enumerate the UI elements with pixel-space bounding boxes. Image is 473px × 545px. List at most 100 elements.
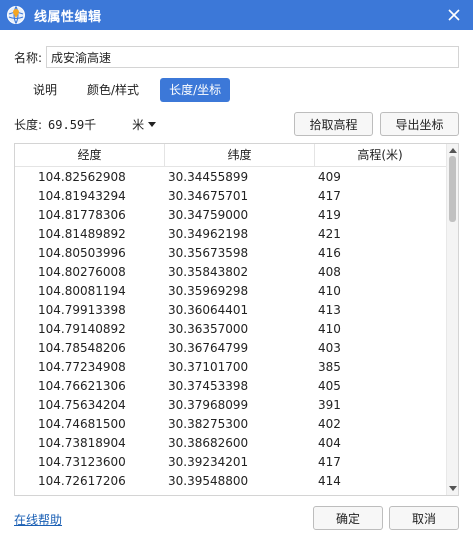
ok-button[interactable]: 确定 (313, 506, 383, 530)
tab-bar: 说明 颜色/样式 长度/坐标 (24, 78, 242, 102)
longitude-cell: 104.73818904 (38, 436, 126, 450)
window-title: 线属性编辑 (34, 9, 102, 25)
latitude-cell: 30.35843802 (168, 265, 249, 279)
table-row[interactable]: 104.75634204 30.37968099 391 (15, 396, 445, 415)
elevation-cell: 410 (318, 284, 341, 298)
elevation-cell: 419 (318, 208, 341, 222)
latitude-cell: 30.36064401 (168, 303, 249, 317)
latitude-cell: 30.39548800 (168, 474, 249, 488)
elevation-cell: 408 (318, 265, 341, 279)
table-row[interactable]: 104.77234908 30.37101700 385 (15, 358, 445, 377)
tab-length-coordinates[interactable]: 长度/坐标 (160, 78, 231, 102)
longitude-cell: 104.72617206 (38, 474, 126, 488)
latitude-cell: 30.34962198 (168, 227, 249, 241)
table-row[interactable]: 104.78548206 30.36764799 403 (15, 339, 445, 358)
length-label: 长度: (14, 117, 43, 132)
elevation-cell: 414 (318, 474, 341, 488)
longitude-cell: 104.78548206 (38, 341, 126, 355)
unit-select[interactable]: 米 (132, 116, 157, 133)
tab-description[interactable]: 说明 (24, 78, 66, 102)
table-row[interactable]: 104.82562908 30.34455899 409 (15, 168, 445, 187)
longitude-cell: 104.74681500 (38, 417, 126, 431)
name-input[interactable] (46, 46, 460, 68)
length-row: 长度: 69.59千 米 拾取高程 导出坐标 (14, 112, 462, 136)
latitude-cell: 30.35969298 (168, 284, 249, 298)
elevation-cell: 405 (318, 379, 341, 393)
table-row[interactable]: 104.80503996 30.35673598 416 (15, 244, 445, 263)
longitude-cell: 104.79140892 (38, 322, 126, 336)
latitude-cell: 30.37101700 (168, 360, 249, 374)
header-longitude[interactable]: 经度 (15, 144, 165, 167)
table-row[interactable]: 104.74681500 30.38275300 402 (15, 415, 445, 434)
latitude-cell: 30.36764799 (168, 341, 249, 355)
longitude-cell: 104.75634204 (38, 398, 126, 412)
table-row[interactable]: 104.81778306 30.34759000 419 (15, 206, 445, 225)
table-row[interactable]: 104.81489892 30.34962198 421 (15, 225, 445, 244)
latitude-cell: 30.34759000 (168, 208, 249, 222)
latitude-cell: 30.34675701 (168, 189, 249, 203)
length-value: 69.59千 (48, 117, 97, 132)
pick-elevation-button[interactable]: 拾取高程 (294, 112, 373, 136)
table-row[interactable]: 104.81943294 30.34675701 417 (15, 187, 445, 206)
title-bar: 线属性编辑 (0, 0, 473, 30)
table-row[interactable]: 104.72617206 30.39548800 414 (15, 472, 445, 491)
elevation-cell: 421 (318, 227, 341, 241)
export-coordinates-button[interactable]: 导出坐标 (380, 112, 459, 136)
elevation-cell: 385 (318, 360, 341, 374)
scroll-up-icon[interactable] (449, 148, 457, 153)
table-row[interactable]: 104.79913398 30.36064401 413 (15, 301, 445, 320)
name-row: 名称: (14, 46, 460, 68)
longitude-cell: 104.80503996 (38, 246, 126, 260)
latitude-cell: 30.37453398 (168, 379, 249, 393)
coordinates-table: 经度 纬度 高程(米) 104.82562908 30.34455899 409 10… (14, 143, 459, 496)
table-row[interactable]: 104.79140892 30.36357000 410 (15, 320, 445, 339)
table-row[interactable]: 104.80081194 30.35969298 410 (15, 282, 445, 301)
latitude-cell: 30.36357000 (168, 322, 249, 336)
tab-color-style[interactable]: 颜色/样式 (78, 78, 148, 102)
elevation-cell: 404 (318, 436, 341, 450)
elevation-cell: 410 (318, 322, 341, 336)
elevation-cell: 413 (318, 303, 341, 317)
header-latitude[interactable]: 纬度 (165, 144, 315, 167)
latitude-cell: 30.34455899 (168, 170, 249, 184)
latitude-cell: 30.38682600 (168, 436, 249, 450)
elevation-cell: 403 (318, 341, 341, 355)
longitude-cell: 104.76621306 (38, 379, 126, 393)
scroll-down-icon[interactable] (449, 486, 457, 491)
chevron-down-icon (148, 121, 157, 127)
close-icon[interactable] (445, 6, 463, 24)
longitude-cell: 104.81943294 (38, 189, 126, 203)
latitude-cell: 30.35673598 (168, 246, 249, 260)
longitude-cell: 104.77234908 (38, 360, 126, 374)
elevation-cell: 417 (318, 189, 341, 203)
elevation-cell: 402 (318, 417, 341, 431)
longitude-cell: 104.82562908 (38, 170, 126, 184)
table-header: 经度 纬度 高程(米) (15, 144, 458, 167)
longitude-cell: 104.80081194 (38, 284, 126, 298)
online-help-link[interactable]: 在线帮助 (14, 511, 62, 528)
elevation-cell: 409 (318, 170, 341, 184)
longitude-cell: 104.81778306 (38, 208, 126, 222)
elevation-cell: 417 (318, 455, 341, 469)
table-body: 104.82562908 30.34455899 409 104.81943294 30… (15, 168, 445, 491)
longitude-cell: 104.79913398 (38, 303, 126, 317)
longitude-cell: 104.80276008 (38, 265, 126, 279)
latitude-cell: 30.39234201 (168, 455, 249, 469)
longitude-cell: 104.81489892 (38, 227, 126, 241)
header-elevation[interactable]: 高程(米) (315, 144, 445, 167)
vertical-scrollbar[interactable] (446, 144, 458, 495)
table-row[interactable]: 104.73123600 30.39234201 417 (15, 453, 445, 472)
cancel-button[interactable]: 取消 (389, 506, 459, 530)
table-row[interactable]: 104.73818904 30.38682600 404 (15, 434, 445, 453)
elevation-cell: 391 (318, 398, 341, 412)
table-row[interactable]: 104.80276008 30.35843802 408 (15, 263, 445, 282)
longitude-cell: 104.73123600 (38, 455, 126, 469)
name-label: 名称: (14, 50, 43, 65)
app-globe-icon (6, 5, 26, 25)
scroll-thumb[interactable] (449, 156, 456, 222)
latitude-cell: 30.38275300 (168, 417, 249, 431)
table-row[interactable]: 104.76621306 30.37453398 405 (15, 377, 445, 396)
latitude-cell: 30.37968099 (168, 398, 249, 412)
elevation-cell: 416 (318, 246, 341, 260)
unit-value: 米 (132, 117, 145, 132)
